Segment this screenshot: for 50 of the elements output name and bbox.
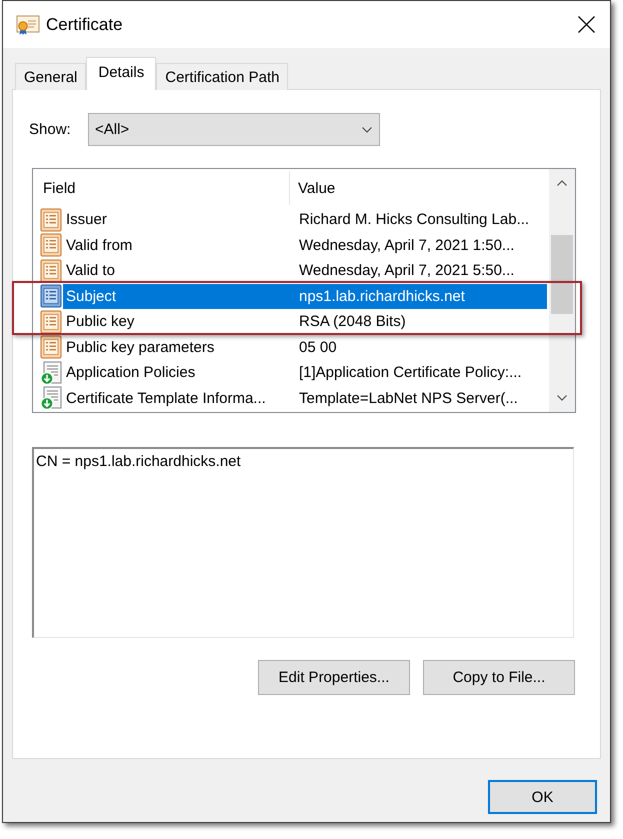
field-value: RSA (2048 Bits): [298, 313, 406, 330]
document-list-icon: [40, 258, 62, 283]
document-arrow-icon: [40, 360, 62, 385]
field-name: Valid from: [65, 236, 134, 254]
field-name: Issuer: [65, 211, 108, 228]
document-list-icon: [40, 335, 62, 360]
list-row[interactable]: Public key RSA (2048 Bits): [63, 309, 547, 334]
action-button[interactable]: Edit Properties...: [258, 660, 410, 695]
field-value: Wednesday, April 7, 2021 5:50...: [298, 262, 514, 280]
field-name: Application Policies: [65, 364, 196, 382]
window-title: Certificate: [46, 14, 124, 34]
tab[interactable]: Details: [86, 57, 156, 90]
field-value: Richard M. Hicks Consulting Lab...: [298, 211, 530, 228]
field-name: Public key parameters: [65, 338, 216, 356]
details-text-area[interactable]: CN = nps1.lab.richardhicks.net: [32, 447, 574, 638]
field-name: Public key: [65, 313, 136, 330]
field-value: nps1.lab.richardhicks.net: [298, 288, 465, 305]
list-row[interactable]: Issuer Richard M. Hicks Consulting Lab...: [63, 207, 547, 232]
field-value: [1]Application Certificate Policy:...: [298, 364, 522, 382]
field-value: Template=LabNet NPS Server(...: [298, 390, 518, 407]
close-icon[interactable]: [578, 16, 595, 33]
document-list-icon: [40, 310, 62, 334]
field-value: 05 00: [298, 338, 337, 356]
list-row[interactable]: Valid from Wednesday, April 7, 2021 1:50...: [63, 232, 547, 258]
list-row[interactable]: Public key parameters 05 00: [63, 334, 547, 360]
scroll-thumb[interactable]: [551, 235, 573, 314]
show-dropdown[interactable]: <All>: [88, 113, 380, 146]
tab[interactable]: Certification Path: [156, 63, 288, 90]
chevron-down-icon: [362, 126, 372, 132]
document-list-icon: [40, 284, 62, 308]
column-header[interactable]: Value: [290, 169, 336, 207]
field-name: Subject: [65, 288, 118, 305]
list-row[interactable]: Application Policies [1]Application Certificate Policy:...: [63, 360, 547, 386]
chevron-down-icon[interactable]: [557, 395, 567, 401]
show-label: Show:: [29, 121, 71, 138]
document-list-icon: [40, 233, 62, 258]
ok-button[interactable]: OK: [488, 780, 597, 814]
column-header[interactable]: Field: [33, 171, 290, 205]
list-row[interactable]: Valid to Wednesday, April 7, 2021 5:50...: [63, 258, 547, 284]
field-value: Wednesday, April 7, 2021 1:50...: [298, 236, 514, 254]
document-list-icon: [40, 208, 62, 232]
tab[interactable]: General: [15, 63, 86, 90]
list-row[interactable]: Subject nps1.lab.richardhicks.net: [63, 284, 547, 309]
field-name: Valid to: [65, 262, 116, 280]
field-name: Certificate Template Informa...: [65, 390, 267, 407]
certificate-icon: [16, 14, 40, 34]
action-button[interactable]: Copy to File...: [423, 660, 575, 695]
document-arrow-icon: [40, 386, 62, 410]
list-row[interactable]: Certificate Template Informa... Template=LabNet NPS Server(...: [63, 386, 547, 411]
chevron-up-icon[interactable]: [557, 180, 567, 186]
